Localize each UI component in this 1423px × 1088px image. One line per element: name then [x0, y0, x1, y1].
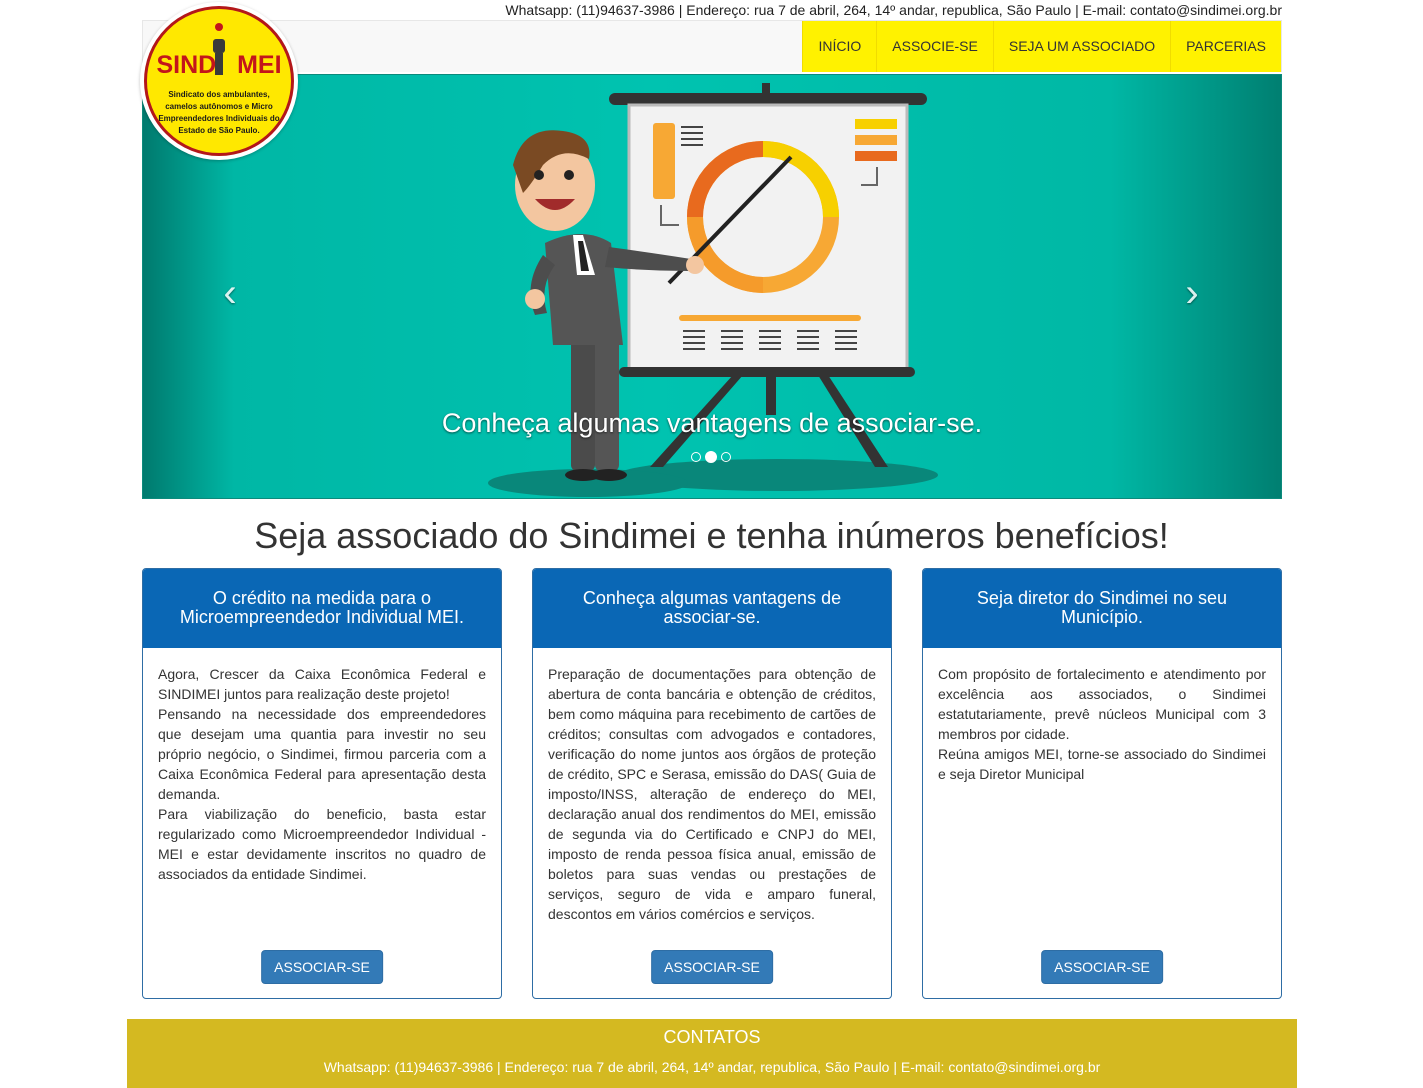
panel-paragraph: Reúna amigos MEI, torne-se associado do … — [938, 746, 1266, 782]
carousel-indicator-active[interactable] — [705, 451, 717, 463]
nav-menu: INÍCIO ASSOCIE-SE SEJA UM ASSOCIADO PARC… — [802, 21, 1281, 72]
top-contact-bar: Whatsapp: (11)94637-3986 | Endereço: rua… — [505, 2, 1282, 18]
panel-paragraph: Preparação de documentações para obtençã… — [548, 666, 876, 922]
panel-diretor: Seja diretor do Sindimei no seu Municípi… — [922, 568, 1282, 999]
sindimei-logo[interactable]: SIND MEI Sindicato dos ambulantes, camel… — [140, 2, 298, 160]
footer: CONTATOS Whatsapp: (11)94637-3986 | Ende… — [127, 1019, 1297, 1088]
panel-title: Conheça algumas vantagens de associar-se… — [533, 569, 891, 648]
associar-se-button[interactable]: ASSOCIAR-SE — [651, 950, 773, 984]
logo-subtitle: Sindicato dos ambulantes, camelos autôno… — [158, 90, 280, 135]
panel-paragraph: Pensando na necessidade dos empreendedor… — [158, 706, 486, 802]
nav-item-seja-um-associado[interactable]: SEJA UM ASSOCIADO — [992, 21, 1171, 72]
carousel-indicators — [691, 451, 731, 463]
nav-item-parcerias[interactable]: PARCERIAS — [1170, 21, 1281, 72]
panel-vantagens: Conheça algumas vantagens de associar-se… — [532, 568, 892, 999]
footer-contact: Whatsapp: (11)94637-3986 | Endereço: rua… — [323, 1059, 1101, 1075]
carousel-indicator[interactable] — [721, 452, 731, 462]
nav-item-associe-se[interactable]: ASSOCIE-SE — [876, 21, 993, 72]
logo-wordmark: SIND MEI — [156, 51, 282, 79]
carousel-caption: Conheça algumas vantagens de associar-se… — [441, 408, 983, 438]
panel-credito: O crédito na medida para o Microempreend… — [142, 568, 502, 999]
nav-item-inicio[interactable]: INÍCIO — [802, 21, 877, 72]
navbar: INÍCIO ASSOCIE-SE SEJA UM ASSOCIADO PARC… — [142, 20, 1282, 72]
footer-title: CONTATOS — [663, 1027, 761, 1047]
page-headline: Seja associado do Sindimei e tenha inúme… — [254, 515, 1169, 556]
panel-paragraph: Com propósito de fortalecimento e atendi… — [938, 666, 1266, 742]
carousel-indicator[interactable] — [691, 452, 701, 462]
panel-paragraph: Para viabilização do beneficio, basta es… — [158, 806, 486, 882]
logo-badge: SIND MEI Sindicato dos ambulantes, camel… — [144, 6, 294, 156]
chevron-right-icon[interactable]: › — [1177, 273, 1207, 315]
associar-se-button[interactable]: ASSOCIAR-SE — [261, 950, 383, 984]
hero-carousel: Conheça algumas vantagens de associar-se… — [142, 74, 1282, 499]
panel-title: O crédito na medida para o Microempreend… — [143, 569, 501, 648]
chevron-left-icon[interactable]: ‹ — [215, 273, 245, 315]
panel-body: Agora, Crescer da Caixa Econômica Federa… — [143, 648, 501, 884]
panel-body: Com propósito de fortalecimento e atendi… — [923, 648, 1281, 784]
panel-paragraph: Agora, Crescer da Caixa Econômica Federa… — [158, 666, 486, 702]
panel-body: Preparação de documentações para obtençã… — [533, 648, 891, 924]
panel-title: Seja diretor do Sindimei no seu Municípi… — [923, 569, 1281, 648]
associar-se-button[interactable]: ASSOCIAR-SE — [1041, 950, 1163, 984]
